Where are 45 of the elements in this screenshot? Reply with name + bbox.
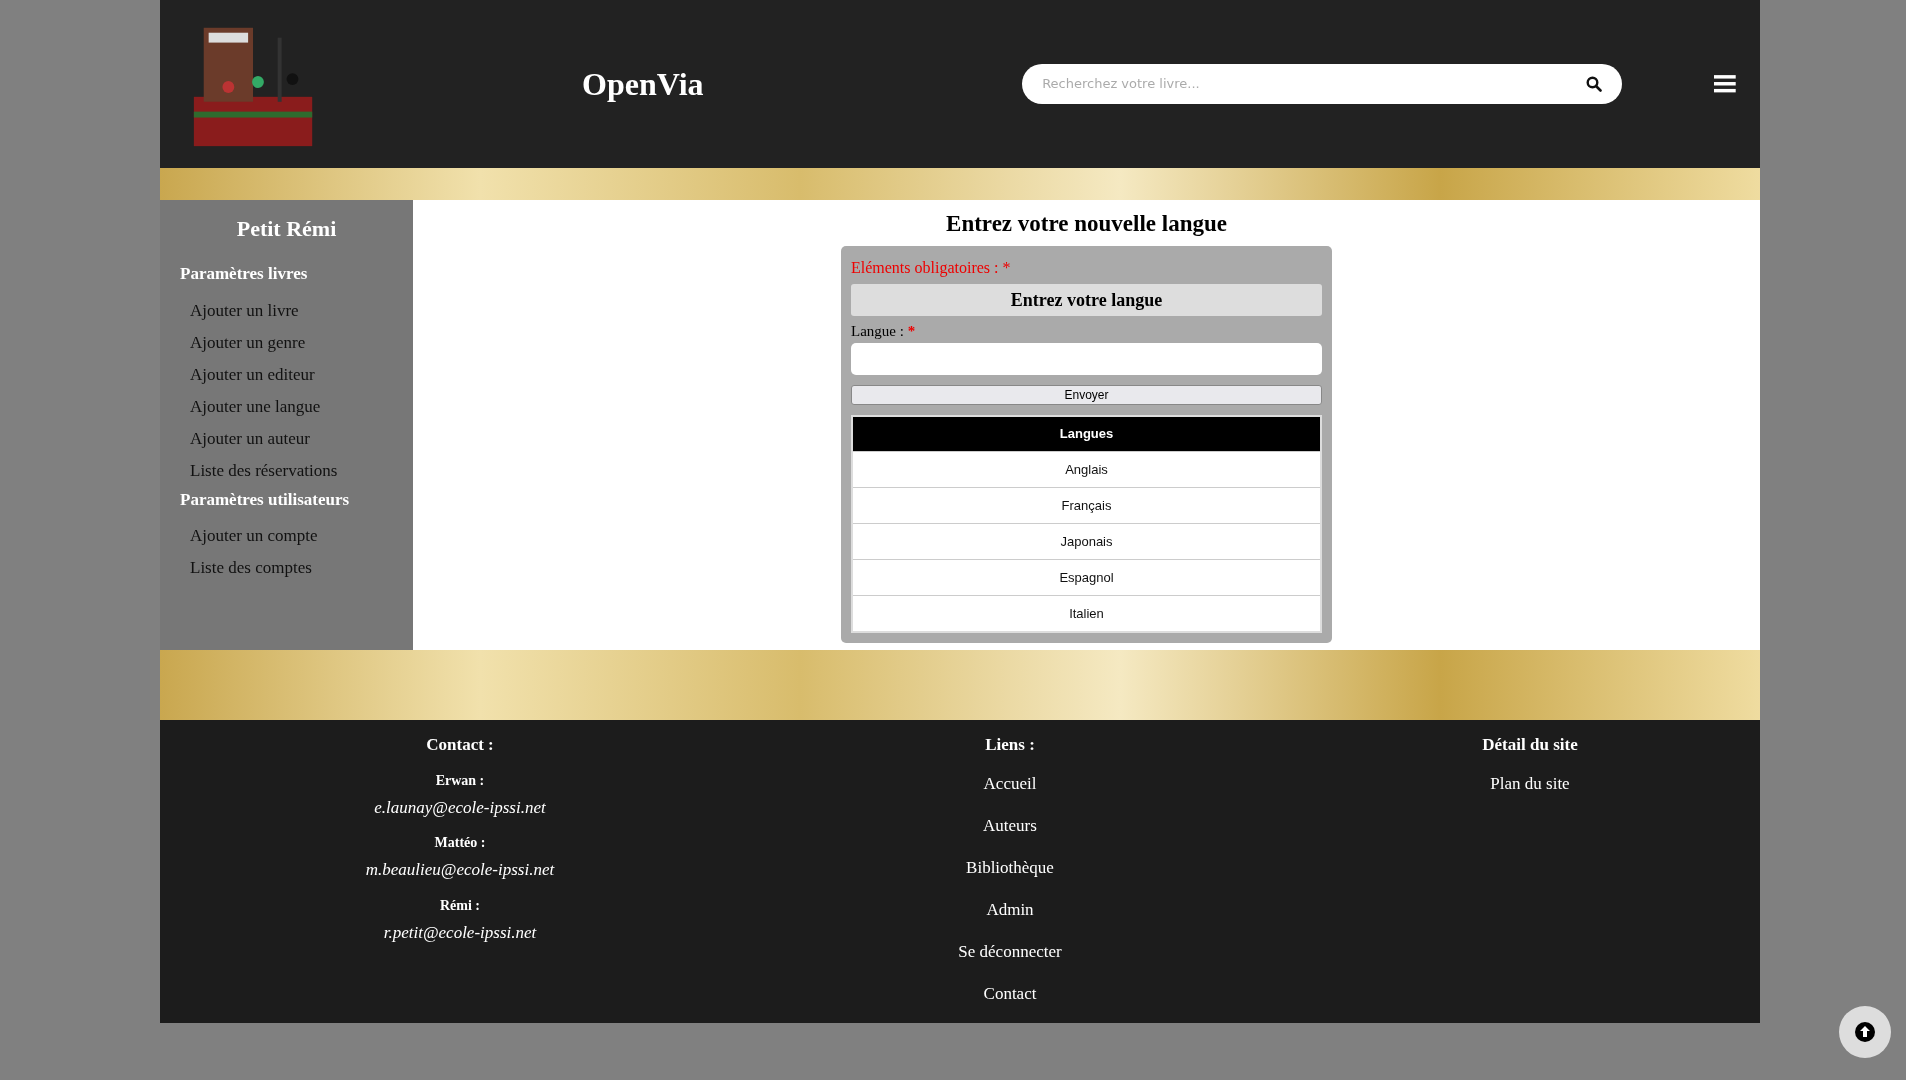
sidebar-link[interactable]: Ajouter une langue: [160, 390, 321, 423]
sidebar-link[interactable]: Ajouter un auteur: [160, 422, 310, 455]
sidebar-link[interactable]: Liste des réservations: [160, 454, 338, 487]
table-cell: Français: [852, 487, 1321, 524]
required-note: Eléments obligatoires : *: [851, 258, 1012, 279]
email-link[interactable]: e.launay@ecole-ipssi.net: [374, 794, 546, 820]
language-input[interactable]: [851, 342, 1322, 375]
table-cell: Anglais: [852, 451, 1321, 488]
section-heading: Paramètres utilisateurs: [179, 488, 351, 511]
contact-name: Mattéo :: [434, 834, 486, 852]
footer-heading: Contact :: [426, 734, 494, 756]
menu-icon[interactable]: [1714, 75, 1736, 93]
table-cell: Japonais: [852, 523, 1321, 560]
search-input[interactable]: Recherchez votre livre...: [1042, 74, 1587, 94]
page-title: Entrez votre nouvelle langue: [946, 210, 1227, 238]
footer-heading: Liens :: [985, 734, 1035, 756]
scroll-top-button[interactable]: [1839, 1006, 1891, 1058]
footer-heading: Détail du site: [1482, 734, 1578, 756]
footer-link[interactable]: Bibliothèque: [966, 853, 1054, 896]
search-field[interactable]: Recherchez votre livre...: [1022, 64, 1623, 104]
table-cell: Espagnol: [852, 559, 1321, 596]
brand-title[interactable]: OpenVia: [582, 60, 721, 108]
sidebar-link[interactable]: Ajouter un editeur: [160, 358, 315, 391]
footer-link[interactable]: Accueil: [983, 769, 1037, 812]
sidebar-link[interactable]: Ajouter un compte: [160, 520, 318, 552]
footer-link[interactable]: Auteurs: [983, 811, 1037, 854]
sidebar-link[interactable]: Ajouter un livre: [160, 294, 299, 327]
search-icon[interactable]: [1586, 76, 1603, 92]
footer-link[interactable]: Admin: [986, 895, 1034, 938]
footer-link[interactable]: Se déconnecter: [958, 937, 1062, 980]
form-heading: Entrez votre langue: [851, 284, 1322, 316]
contact-name: Rémi :: [439, 896, 480, 915]
footer-link[interactable]: Contact: [983, 979, 1037, 1022]
table-header: Langues: [852, 415, 1321, 452]
sidebar-link[interactable]: Ajouter un genre: [160, 326, 306, 359]
field-label: Langue : *: [851, 322, 916, 341]
sidebar-link[interactable]: Liste des comptes: [160, 552, 312, 584]
submit-button[interactable]: Envoyer: [851, 384, 1322, 405]
contact-name: Erwan :: [435, 771, 485, 790]
footer-link[interactable]: Plan du site: [1490, 769, 1570, 798]
email-link[interactable]: m.beaulieu@ecole-ipssi.net: [365, 857, 555, 883]
email-link[interactable]: r.petit@ecole-ipssi.net: [383, 919, 537, 945]
user-name: Petit Rémi: [235, 215, 338, 243]
section-heading: Paramètres livres: [179, 263, 309, 285]
table-cell: Italien: [852, 595, 1321, 632]
